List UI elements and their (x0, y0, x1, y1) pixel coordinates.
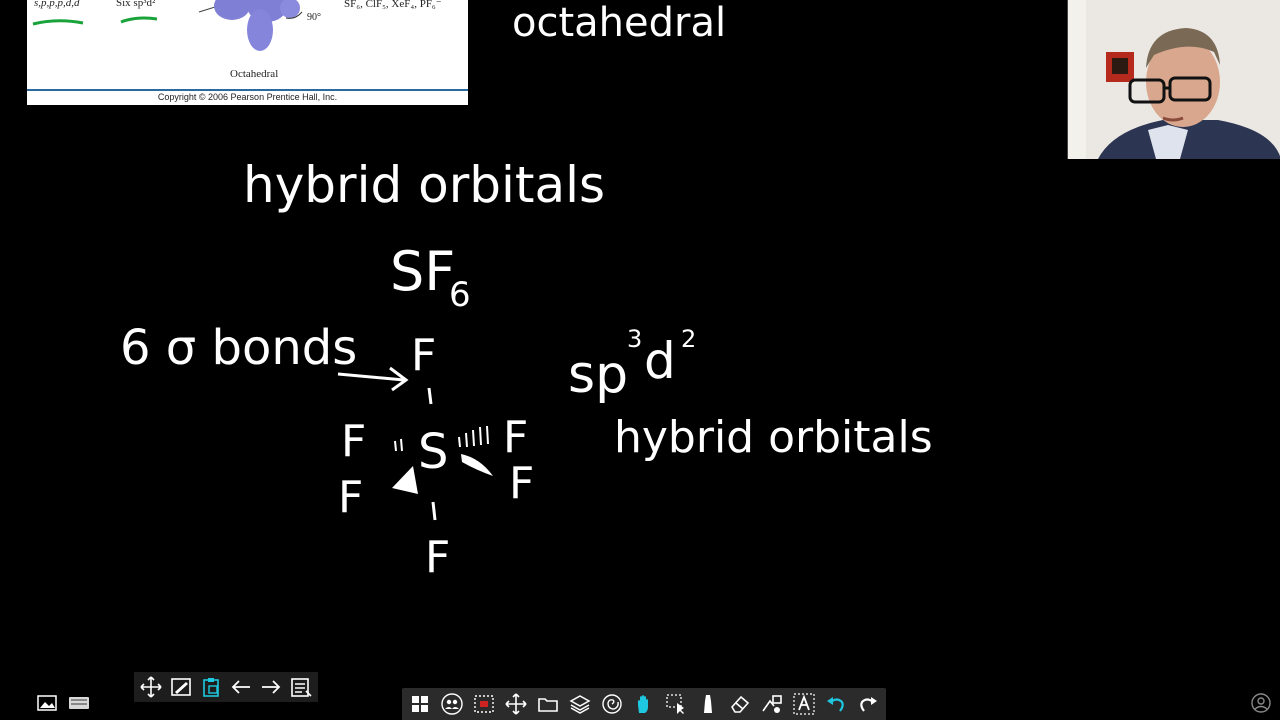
ligand-right: F (503, 412, 528, 463)
layers-icon[interactable] (564, 688, 596, 720)
eraser-icon[interactable] (724, 688, 756, 720)
wedge-bond (392, 466, 418, 494)
drawing-toolbar (402, 688, 886, 720)
hand-icon[interactable] (628, 688, 660, 720)
record-icon[interactable] (468, 688, 500, 720)
windows-icon[interactable] (404, 688, 436, 720)
whiteboard-edit-icon[interactable] (166, 672, 196, 702)
molecule-subscript: 6 (449, 275, 471, 315)
webcam-feed (1067, 0, 1280, 159)
move-icon[interactable] (136, 672, 166, 702)
folder-icon[interactable] (532, 688, 564, 720)
select-icon[interactable] (660, 688, 692, 720)
spiral-icon[interactable] (596, 688, 628, 720)
sigma-bonds-label: 6 σ bonds (120, 320, 357, 376)
image-icon[interactable] (34, 690, 60, 716)
shapes-icon[interactable] (756, 688, 788, 720)
heading-octahedral: octahedral (512, 0, 726, 46)
ligand-left: F (341, 416, 366, 467)
keyboard-icon[interactable] (66, 690, 92, 716)
ligand-lower-right: F (509, 458, 534, 509)
corner-left-tools (34, 690, 92, 716)
ligand-lower-left: F (338, 472, 363, 523)
central-atom: S (418, 424, 448, 480)
arrow-left-icon[interactable] (226, 672, 256, 702)
wedge-bond (461, 454, 493, 476)
corner-right-tools (1248, 690, 1274, 716)
page-list-icon[interactable] (286, 672, 316, 702)
pen-icon[interactable] (692, 688, 724, 720)
redo-icon[interactable] (852, 688, 884, 720)
page-navigation-toolbar (134, 672, 318, 702)
undo-icon[interactable] (820, 688, 852, 720)
hybridization-d: d (644, 332, 676, 390)
hybridization-sp: sp (568, 345, 628, 405)
pointer-arrow (337, 372, 405, 382)
paste-icon[interactable] (196, 672, 226, 702)
hybrid-orbitals-note: hybrid orbitals (614, 412, 933, 463)
hybridization-superscript-3: 3 (627, 325, 642, 353)
title-hybrid-orbitals: hybrid orbitals (243, 156, 605, 214)
people-icon[interactable] (436, 688, 468, 720)
ligand-bottom: F (425, 532, 450, 583)
move-icon[interactable] (500, 688, 532, 720)
hybridization-superscript-2: 2 (681, 325, 696, 353)
molecule-formula: SF (390, 240, 455, 303)
text-icon[interactable] (788, 688, 820, 720)
account-icon[interactable] (1248, 690, 1274, 716)
ligand-top: F (411, 330, 436, 381)
arrow-right-icon[interactable] (256, 672, 286, 702)
